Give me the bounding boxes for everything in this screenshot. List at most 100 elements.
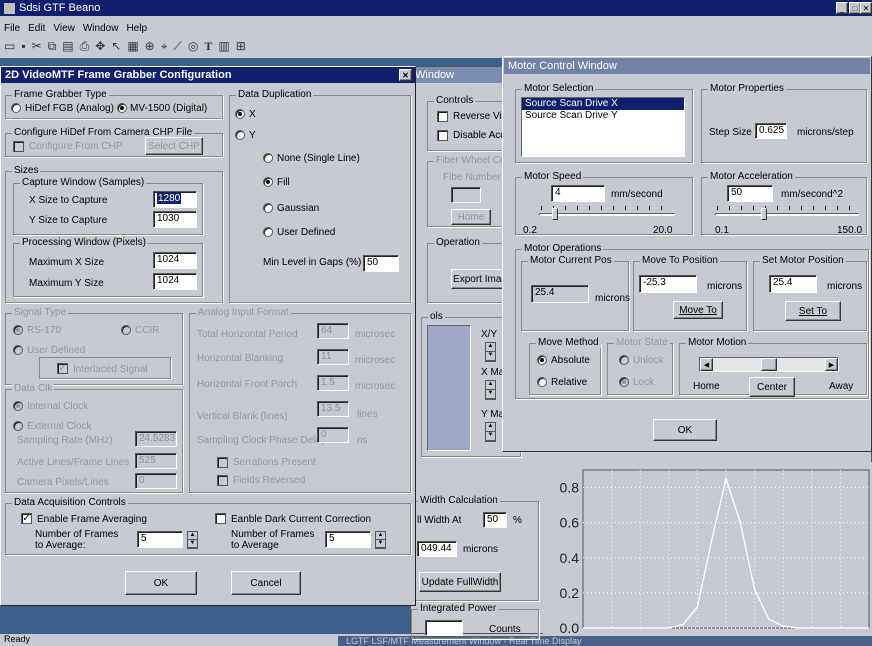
update-fullwidth-button[interactable]: Update FullWidth bbox=[419, 572, 501, 592]
external-clock-radio[interactable] bbox=[13, 421, 23, 431]
motor-list-item-x[interactable]: Source Scan Drive X bbox=[522, 98, 684, 110]
front-porch-input[interactable]: 1.5 bbox=[317, 375, 349, 391]
camera-pixels-input[interactable]: 0 bbox=[135, 473, 177, 489]
move-to-position-input[interactable]: -25.3 bbox=[639, 275, 697, 293]
unlock-radio[interactable] bbox=[619, 355, 629, 365]
avg-frames-input[interactable]: 5 bbox=[137, 531, 183, 548]
absolute-radio[interactable] bbox=[537, 355, 547, 365]
configure-chp-checkbox[interactable] bbox=[13, 141, 24, 152]
min-level-input[interactable]: 50 bbox=[363, 255, 399, 272]
phase-delay-input[interactable]: 0 bbox=[317, 427, 349, 443]
interlaced-checkbox[interactable]: ✓ bbox=[57, 363, 68, 374]
motor-accel-input[interactable]: 50 bbox=[727, 185, 773, 202]
user-defined-radio[interactable] bbox=[263, 227, 273, 237]
menu-file[interactable]: File bbox=[4, 23, 20, 37]
gaussian-radio[interactable] bbox=[263, 203, 273, 213]
pointer-icon[interactable]: ↖ bbox=[111, 39, 121, 56]
ymax-spinner[interactable]: ▲ ▼ bbox=[485, 422, 496, 442]
front-porch-unit: microsec bbox=[355, 381, 396, 392]
serrations-checkbox[interactable] bbox=[217, 457, 228, 468]
x-capture-input[interactable]: 1280 bbox=[153, 191, 197, 208]
move-icon[interactable]: ✥ bbox=[95, 39, 105, 56]
table-icon[interactable]: ⊞ bbox=[236, 39, 246, 56]
motor-ok-button[interactable]: OK bbox=[653, 419, 717, 441]
xy-spinner[interactable]: ▲ ▼ bbox=[485, 342, 496, 362]
set-to-button[interactable]: Set To bbox=[785, 301, 841, 321]
text-icon[interactable]: T bbox=[204, 39, 212, 56]
speed-slider-track[interactable] bbox=[539, 213, 675, 216]
minimize-button[interactable]: _ bbox=[836, 2, 848, 14]
speed-slider-thumb[interactable] bbox=[552, 208, 558, 220]
mv1500-radio[interactable] bbox=[117, 103, 127, 113]
zoom-icon[interactable]: ⊕ bbox=[145, 39, 155, 56]
close-app-button[interactable]: ✕ bbox=[860, 2, 872, 14]
user-signal-label: User Defined bbox=[27, 345, 86, 356]
accel-slider-track[interactable] bbox=[715, 213, 859, 216]
motion-right-button[interactable]: ▶ bbox=[825, 358, 838, 371]
relative-radio[interactable] bbox=[537, 377, 547, 387]
export-image-button[interactable]: Export Imag bbox=[451, 269, 509, 289]
config-ok-button[interactable]: OK bbox=[125, 571, 197, 595]
print-icon[interactable]: ⎙ bbox=[80, 39, 90, 56]
fiber-home-button[interactable]: Home bbox=[451, 209, 491, 225]
config-close-button[interactable]: ✕ bbox=[399, 69, 412, 81]
menu-help[interactable]: Help bbox=[126, 23, 147, 37]
vblank-input[interactable]: 13.5 bbox=[317, 401, 349, 417]
select-chp-button[interactable]: Select CHP bbox=[145, 137, 203, 155]
max-y-input[interactable]: 1024 bbox=[153, 273, 197, 290]
lock-radio[interactable] bbox=[619, 377, 629, 387]
dark-frames-input[interactable]: 5 bbox=[325, 531, 371, 548]
save-icon[interactable]: ▪ bbox=[21, 39, 25, 56]
avg-frames-spinner[interactable]: ▲ ▼ bbox=[187, 531, 198, 549]
rs170-radio[interactable] bbox=[13, 325, 23, 335]
menu-view[interactable]: View bbox=[53, 23, 75, 37]
total-horizontal-input[interactable]: 64 bbox=[317, 323, 349, 339]
disable-acq-checkbox[interactable] bbox=[437, 130, 448, 141]
cut-icon[interactable]: ✂ bbox=[32, 39, 42, 56]
absolute-label: Absolute bbox=[551, 355, 590, 366]
copy-icon[interactable]: ⧉ bbox=[48, 39, 57, 56]
hist-icon[interactable]: ▥ bbox=[218, 39, 229, 56]
menu-edit[interactable]: Edit bbox=[28, 23, 45, 37]
dark-frames-spinner[interactable]: ▲ ▼ bbox=[375, 531, 386, 549]
menu-window[interactable]: Window bbox=[83, 23, 119, 37]
dup-y-radio[interactable] bbox=[235, 130, 245, 140]
active-lines-input[interactable]: 525 bbox=[135, 453, 177, 469]
accel-slider-thumb[interactable] bbox=[760, 208, 767, 220]
internal-clock-radio[interactable] bbox=[13, 401, 23, 411]
dup-x-radio[interactable] bbox=[235, 109, 245, 119]
full-width-percent-input[interactable]: 50 bbox=[483, 512, 507, 528]
set-motor-position-input[interactable]: 25.4 bbox=[769, 275, 817, 293]
step-size-input[interactable]: 0.625 bbox=[755, 123, 787, 139]
frame-averaging-checkbox[interactable]: ✓ bbox=[21, 513, 32, 524]
fiber-number-input[interactable] bbox=[451, 187, 481, 203]
line-icon[interactable]: ⟋ bbox=[174, 39, 182, 56]
xmax-spinner[interactable]: ▲ ▼ bbox=[485, 380, 496, 400]
center-button[interactable]: Center bbox=[749, 377, 795, 397]
new-icon[interactable]: ▭ bbox=[4, 39, 15, 56]
reverse-video-checkbox[interactable] bbox=[437, 111, 448, 122]
measure-icon[interactable]: ⌖ bbox=[161, 39, 168, 56]
motion-left-button[interactable]: ◀ bbox=[700, 358, 713, 371]
paste-icon[interactable]: ▤ bbox=[62, 39, 73, 56]
motor-list-item-y[interactable]: Source Scan Drive Y bbox=[522, 110, 684, 122]
max-x-input[interactable]: 1024 bbox=[153, 252, 197, 269]
fill-radio[interactable] bbox=[263, 177, 273, 187]
motion-thumb[interactable] bbox=[761, 358, 777, 371]
target-icon[interactable]: ◎ bbox=[188, 39, 198, 56]
move-to-button[interactable]: Move To bbox=[673, 301, 723, 319]
sampling-rate-input[interactable]: 24.5283 bbox=[135, 431, 177, 447]
dark-current-checkbox[interactable] bbox=[215, 513, 226, 524]
motor-speed-input[interactable]: 4 bbox=[551, 185, 605, 202]
motor-list[interactable]: Source Scan Drive X Source Scan Drive Y bbox=[521, 97, 685, 157]
grid-icon[interactable]: ▦ bbox=[127, 39, 138, 56]
fields-reversed-checkbox[interactable] bbox=[217, 475, 228, 486]
user-signal-radio[interactable] bbox=[13, 345, 23, 355]
hidef-radio[interactable] bbox=[11, 103, 21, 113]
ccir-radio[interactable] bbox=[121, 325, 131, 335]
y-capture-input[interactable]: 1030 bbox=[153, 211, 197, 228]
none-radio[interactable] bbox=[263, 153, 273, 163]
hblank-input[interactable]: 11 bbox=[317, 349, 349, 365]
config-cancel-button[interactable]: Cancel bbox=[231, 571, 301, 595]
image-preview[interactable] bbox=[427, 325, 471, 451]
